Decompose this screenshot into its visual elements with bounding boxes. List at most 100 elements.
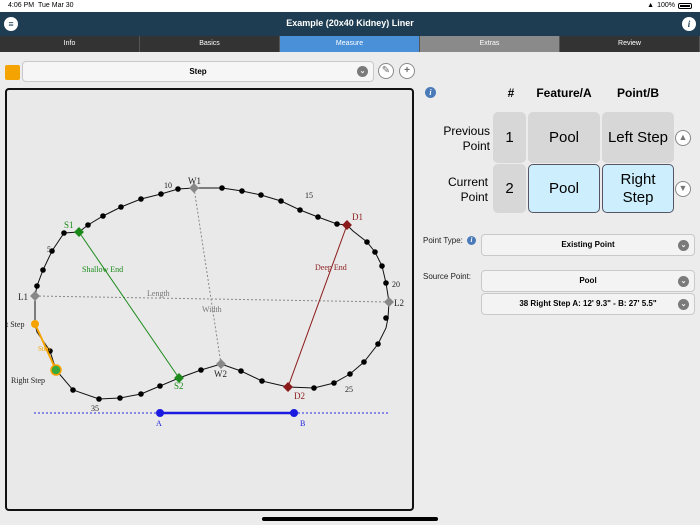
info-icon: i	[687, 19, 691, 29]
chevron-down-icon: ⌄	[678, 240, 689, 251]
l2-marker[interactable]	[384, 297, 394, 307]
status-right: ▲ 100%	[647, 2, 692, 9]
shallow-end-label: Shallow End	[82, 265, 123, 274]
battery-percent: 100%	[657, 2, 675, 9]
current-point-label-1: Current	[447, 175, 488, 189]
info-button[interactable]: i	[682, 17, 696, 31]
add-button[interactable]: +	[399, 63, 415, 79]
l1-label: L1	[18, 292, 28, 302]
pencil-icon: ✎	[381, 65, 391, 76]
vertex-number-25: 25	[345, 385, 353, 394]
arrow-down-icon: ▼	[678, 183, 688, 193]
s1-label: S1	[64, 220, 74, 230]
l1-marker[interactable]	[30, 291, 40, 301]
edit-button[interactable]: ✎	[378, 63, 394, 79]
right-step-point[interactable]	[50, 364, 62, 376]
arrow-up-icon: ▲	[678, 132, 688, 142]
vertex-number-35: 35	[91, 404, 99, 413]
left-step-label: t Step	[7, 320, 24, 329]
tab-info[interactable]: Info	[0, 36, 140, 52]
right-step-label: Right Step	[11, 376, 45, 385]
source-point-label: Source Point:	[423, 272, 472, 281]
source-point-detail: 38 Right Step A: 12' 9.3" - B: 27' 5.5"	[519, 299, 657, 308]
s2-label: S2	[174, 381, 184, 391]
source-point-select[interactable]: Pool ⌄	[481, 270, 695, 292]
feature-select[interactable]: Step ⌄	[22, 61, 374, 82]
point-type-info-icon[interactable]: i	[467, 236, 476, 245]
current-down-button[interactable]: ▼	[675, 181, 691, 197]
tab-extras[interactable]: Extras	[420, 36, 560, 52]
length-line	[34, 295, 390, 303]
current-point-label: Current Point	[430, 175, 488, 205]
current-point-feature[interactable]: Pool	[528, 164, 600, 213]
chevron-down-icon: ⌄	[357, 66, 368, 77]
battery-icon	[678, 2, 692, 9]
current-point-point-line1: Right	[620, 170, 656, 188]
point-a-label: A	[156, 419, 162, 428]
column-header-point-b: Point/B	[617, 86, 659, 100]
current-point-point[interactable]: Right Step	[602, 164, 674, 213]
chevron-down-icon: ⌄	[678, 299, 689, 310]
w2-label: W2	[214, 369, 227, 379]
info-icon[interactable]: i	[425, 87, 436, 98]
current-point-label-2: Point	[460, 190, 488, 204]
previous-point-label-2: Point	[462, 139, 490, 153]
deep-end-line	[287, 224, 348, 388]
point-type-select[interactable]: Existing Point ⌄	[481, 234, 695, 256]
tab-bar: Info Basics Measure Extras Review	[0, 36, 700, 52]
column-header-feature-a: Feature/A	[536, 86, 592, 100]
plus-icon: +	[404, 65, 410, 76]
point-type-value: Existing Point	[561, 240, 615, 249]
vertex-number-10: 10	[164, 181, 172, 190]
w2-marker[interactable]	[216, 359, 226, 369]
s1-marker[interactable]	[74, 227, 84, 237]
left-step-point[interactable]	[31, 320, 39, 328]
current-point-point-line2: Step	[622, 188, 654, 206]
title-bar: ≡ Example (20x40 Kidney) Liner i	[0, 12, 700, 36]
status-bar: 4:06 PM Tue Mar 30 ▲ 100%	[0, 0, 700, 12]
d2-marker[interactable]	[283, 382, 293, 392]
feature-select-value: Step	[189, 67, 207, 76]
wifi-icon: ▲	[647, 2, 655, 9]
pool-vertices	[34, 185, 389, 402]
point-b-marker[interactable]	[290, 409, 298, 417]
page-title: Example (20x40 Kidney) Liner	[286, 18, 414, 28]
length-label: Length	[147, 289, 170, 298]
pool-drawing-canvas[interactable]: A B Length Width W1 W2 D1 D2 S1 S2 L1 L2…	[5, 88, 414, 511]
width-label: Width	[202, 305, 222, 314]
feature-color-swatch[interactable]	[5, 65, 20, 80]
previous-point-feature[interactable]: Pool	[528, 112, 600, 163]
previous-point-label-1: Previous	[443, 124, 490, 138]
current-point-number: 2	[493, 164, 526, 213]
previous-up-button[interactable]: ▲	[675, 130, 691, 146]
tab-measure[interactable]: Measure	[280, 36, 420, 52]
point-type-label: Point Type:	[423, 236, 463, 245]
step-segment-label: Step	[38, 345, 51, 353]
w1-label: W1	[188, 176, 201, 186]
d2-label: D2	[294, 391, 305, 401]
deep-end-label: Deep End	[315, 263, 347, 272]
source-point-value: Pool	[579, 276, 597, 285]
tab-review[interactable]: Review	[560, 36, 700, 52]
vertex-number-5: 5	[47, 245, 51, 254]
d1-label: D1	[352, 212, 363, 222]
shallow-end-line	[78, 231, 180, 379]
point-b-label: B	[300, 419, 305, 428]
home-indicator	[262, 517, 438, 521]
source-point-detail-select[interactable]: 38 Right Step A: 12' 9.3" - B: 27' 5.5" …	[481, 293, 695, 315]
chevron-down-icon: ⌄	[678, 276, 689, 287]
previous-point-label: Previous Point	[430, 124, 490, 154]
l2-label: L2	[394, 298, 404, 308]
status-date: Tue Mar 30	[38, 2, 74, 9]
previous-point-point[interactable]: Left Step	[602, 112, 674, 163]
pool-drawing: A B Length Width W1 W2 D1 D2 S1 S2 L1 L2…	[7, 176, 404, 428]
status-time: 4:06 PM	[8, 2, 35, 9]
tab-basics[interactable]: Basics	[140, 36, 280, 52]
vertex-number-15: 15	[305, 191, 313, 200]
previous-point-number: 1	[493, 112, 526, 163]
width-line	[193, 187, 222, 365]
pool-outline	[34, 187, 390, 400]
point-a-marker[interactable]	[156, 409, 164, 417]
vertex-number-20: 20	[392, 280, 400, 289]
column-header-number: #	[507, 86, 515, 100]
